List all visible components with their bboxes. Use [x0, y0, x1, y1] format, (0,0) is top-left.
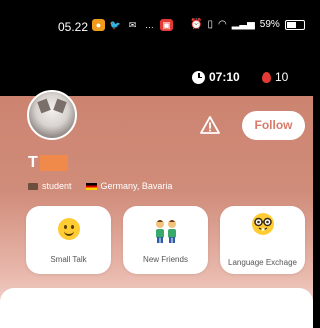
interest-cards: Small Talk New Friends Language Exchage [26, 206, 305, 274]
alarm-icon: ⏰ [190, 19, 203, 30]
follow-button[interactable]: Follow [242, 111, 305, 140]
interest-card-language-exchange[interactable]: Language Exchage [220, 206, 305, 274]
profile-name: T [28, 154, 68, 172]
system-status-bar: 05.22 ● 🐦 ✉ … ▣ ⏰ ▯ ◠ ▂▃▅ 59% [0, 0, 313, 62]
battery-percent: 59% [259, 19, 280, 30]
nerd-face-icon [220, 212, 305, 242]
report-warning-icon[interactable] [200, 116, 220, 134]
smile-icon [57, 218, 80, 240]
app-notification-icon: ● [92, 19, 105, 31]
balloon-icon [262, 71, 271, 83]
app-badge-icon: ▣ [160, 19, 173, 31]
interest-label: Small Talk [50, 255, 87, 264]
interest-label: New Friends [143, 255, 188, 264]
wifi-icon: ◠ [217, 19, 227, 30]
status-time: 05.22 [58, 20, 89, 34]
interest-label: Language Exchage [228, 258, 297, 267]
location: Germany, Bavaria [100, 181, 173, 191]
profile-meta: student Germany, Bavaria [28, 181, 172, 191]
avatar[interactable] [27, 90, 77, 140]
content-sheet [0, 288, 313, 328]
briefcase-icon [28, 182, 38, 190]
call-timer: 07:10 [192, 70, 240, 84]
profile-name-text: T [28, 154, 38, 171]
occupation: student [42, 181, 72, 191]
battery-icon [284, 19, 305, 30]
clock-icon [192, 70, 205, 84]
system-icons: ⏰ ▯ ◠ ▂▃▅ 59% [190, 19, 305, 30]
profile-card: Follow T student Germany, Bavaria Small … [0, 90, 313, 328]
vibrate-icon: ▯ [207, 19, 213, 30]
timer-value: 07:10 [209, 70, 240, 84]
signal-icon: ▂▃▅ [231, 19, 255, 30]
message-icon: ✉ [128, 20, 137, 30]
name-redaction [39, 155, 68, 171]
notification-icons: ● 🐦 ✉ … ▣ [92, 19, 173, 31]
germany-flag-icon [85, 182, 97, 190]
chat-icon: … [145, 20, 154, 30]
interest-card-small-talk[interactable]: Small Talk [26, 206, 111, 274]
twitter-icon: 🐦 [109, 20, 122, 30]
interest-card-new-friends[interactable]: New Friends [123, 206, 208, 274]
balloon-counter[interactable]: 10 [262, 70, 288, 84]
people-icon [123, 218, 208, 250]
balloon-count: 10 [275, 70, 289, 84]
